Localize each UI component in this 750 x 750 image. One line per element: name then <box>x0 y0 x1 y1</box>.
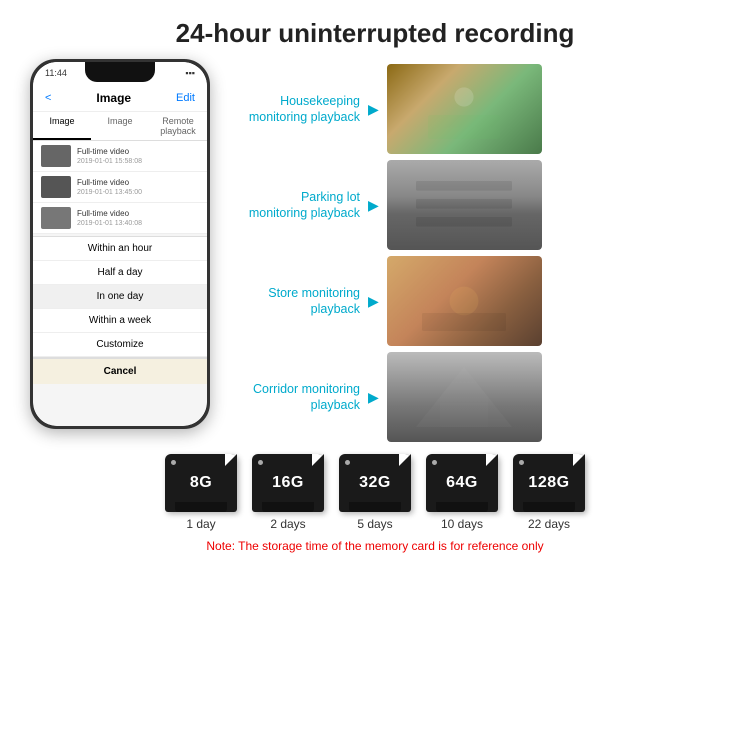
phone-icons: ▪▪▪ <box>185 68 195 78</box>
main-content: 11:44 ▪▪▪ < Image Edit Image Image Remot… <box>0 59 750 442</box>
sd-dot <box>519 460 524 465</box>
page-title: 24-hour uninterrupted recording <box>20 18 730 49</box>
sd-label: 128G <box>528 474 569 492</box>
phone-notch <box>85 62 155 82</box>
monitoring-housekeeping-label: Housekeeping monitoring playback <box>230 93 360 126</box>
phone-tabs: Image Image Remote playback <box>33 112 207 141</box>
phone-item-date-1: 2019-01-01 15:58:08 <box>77 158 142 165</box>
storage-note: Note: The storage time of the memory car… <box>206 539 543 553</box>
sd-notch <box>573 454 585 466</box>
sd-dot <box>345 460 350 465</box>
corridor-decoration <box>402 361 526 433</box>
monitoring-housekeeping: Housekeeping monitoring playback ▶ <box>230 64 730 154</box>
phone-tab-image2[interactable]: Image <box>91 112 149 140</box>
phone-list-item-1: Full-time video 2019-01-01 15:58:08 <box>33 141 207 172</box>
sd-label: 32G <box>359 474 391 492</box>
phone-thumb-1 <box>41 145 71 167</box>
phone-item-label-2: Full-time video <box>77 178 142 188</box>
monitoring-arrow-2: ▶ <box>368 197 379 214</box>
monitoring-parking-label: Parking lot monitoring playback <box>230 189 360 222</box>
phone-nav-title: Image <box>96 91 131 105</box>
storage-card-32g: 32G 5 days <box>339 454 411 531</box>
phone-dropdown-week[interactable]: Within a week <box>33 309 207 333</box>
sd-dot <box>432 460 437 465</box>
sd-card: 8G <box>165 454 237 512</box>
sd-label: 64G <box>446 474 478 492</box>
storage-card-64g: 64G 10 days <box>426 454 498 531</box>
phone-item-label-3: Full-time video <box>77 209 142 219</box>
card-days: 2 days <box>270 517 305 531</box>
phone-dropdown-one-day[interactable]: In one day <box>33 285 207 309</box>
phone-dropdown-within-hour[interactable]: Within an hour <box>33 237 207 261</box>
sd-card: 32G <box>339 454 411 512</box>
storage-card-128g: 128G 22 days <box>513 454 585 531</box>
sd-notch <box>225 454 237 466</box>
phone-edit-button[interactable]: Edit <box>176 92 195 104</box>
phone-item-date-2: 2019-01-01 13:45:00 <box>77 189 142 196</box>
monitoring-store-img <box>387 256 542 346</box>
sd-dot <box>171 460 176 465</box>
storage-section: 8G 1 day 16G 2 days 32G 5 days 64G <box>0 442 750 559</box>
sd-label: 8G <box>190 474 212 492</box>
sd-card: 64G <box>426 454 498 512</box>
phone-item-date-3: 2019-01-01 13:40:08 <box>77 220 142 227</box>
store-decoration <box>402 265 526 337</box>
monitoring-parking: Parking lot monitoring playback ▶ <box>230 160 730 250</box>
cards-row: 8G 1 day 16G 2 days 32G 5 days 64G <box>165 454 585 531</box>
sd-label: 16G <box>272 474 304 492</box>
monitoring-section: Housekeeping monitoring playback ▶ Parki… <box>230 59 730 442</box>
monitoring-corridor-label: Corridor monitoring playback <box>230 381 360 414</box>
storage-card-16g: 16G 2 days <box>252 454 324 531</box>
monitoring-corridor: Corridor monitoring playback ▶ <box>230 352 730 442</box>
phone-wrapper: 11:44 ▪▪▪ < Image Edit Image Image Remot… <box>20 59 220 442</box>
sd-card: 16G <box>252 454 324 512</box>
phone-mockup: 11:44 ▪▪▪ < Image Edit Image Image Remot… <box>30 59 210 429</box>
phone-dropdown: Within an hour Half a day In one day Wit… <box>33 236 207 384</box>
sd-notch <box>312 454 324 466</box>
monitoring-arrow-3: ▶ <box>368 293 379 310</box>
phone-tab-remote[interactable]: Remote playback <box>149 112 207 140</box>
housekeeping-decoration <box>402 73 526 145</box>
phone-time: 11:44 <box>45 68 67 78</box>
card-days: 10 days <box>441 517 483 531</box>
monitoring-housekeeping-img <box>387 64 542 154</box>
monitoring-arrow-4: ▶ <box>368 389 379 406</box>
sd-card: 128G <box>513 454 585 512</box>
monitoring-corridor-img <box>387 352 542 442</box>
phone-list-item-2: Full-time video 2019-01-01 13:45:00 <box>33 172 207 203</box>
monitoring-parking-img <box>387 160 542 250</box>
card-days: 22 days <box>528 517 570 531</box>
phone-tab-image[interactable]: Image <box>33 112 91 140</box>
sd-dot <box>258 460 263 465</box>
phone-back-button[interactable]: < <box>45 92 51 104</box>
phone-nav-bar: < Image Edit <box>33 84 207 112</box>
storage-card-8g: 8G 1 day <box>165 454 237 531</box>
page-header: 24-hour uninterrupted recording <box>0 0 750 59</box>
monitoring-store-label: Store monitoring playback <box>230 285 360 318</box>
phone-dropdown-customize[interactable]: Customize <box>33 333 207 357</box>
phone-screen: 11:44 ▪▪▪ < Image Edit Image Image Remot… <box>33 62 207 426</box>
monitoring-store: Store monitoring playback ▶ <box>230 256 730 346</box>
monitoring-arrow-1: ▶ <box>368 101 379 118</box>
card-days: 1 day <box>186 517 215 531</box>
phone-list-item-3: Full-time video 2019-01-01 13:40:08 <box>33 203 207 234</box>
sd-notch <box>399 454 411 466</box>
sd-notch <box>486 454 498 466</box>
phone-item-label-1: Full-time video <box>77 147 142 157</box>
phone-thumb-3 <box>41 207 71 229</box>
phone-thumb-2 <box>41 176 71 198</box>
phone-dropdown-half-day[interactable]: Half a day <box>33 261 207 285</box>
parking-decoration <box>402 169 526 241</box>
phone-cancel-button[interactable]: Cancel <box>33 357 207 384</box>
card-days: 5 days <box>357 517 392 531</box>
